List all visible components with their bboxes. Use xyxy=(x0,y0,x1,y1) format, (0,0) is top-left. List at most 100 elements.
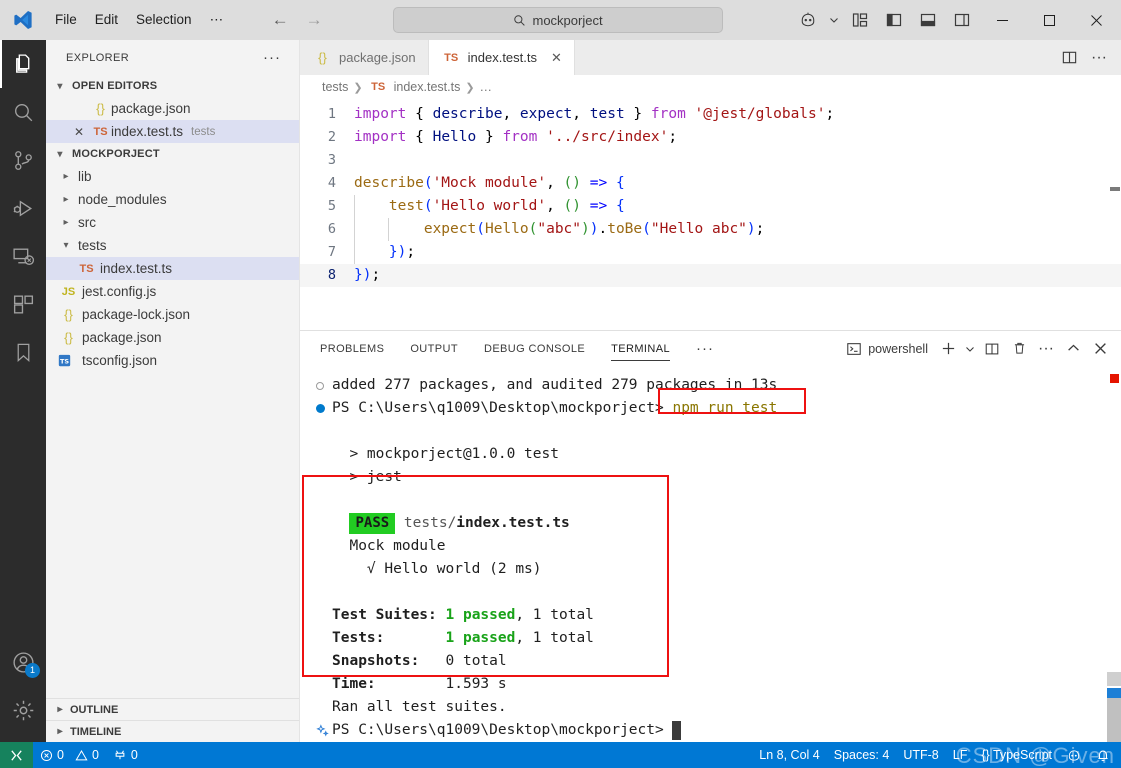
close-panel-icon[interactable] xyxy=(1087,335,1113,363)
toggle-secondary-sidebar-icon[interactable] xyxy=(946,4,978,36)
go-forward-icon[interactable]: → xyxy=(304,10,324,30)
chevron-down-icon[interactable] xyxy=(962,335,978,363)
status-ports[interactable]: 0 xyxy=(106,742,145,768)
tree-item-tests[interactable]: ▾ tests xyxy=(46,234,299,257)
chevron-right-icon: ❯ xyxy=(353,81,363,94)
breadcrumb-file[interactable]: index.test.ts xyxy=(394,80,461,94)
sidebar-item-remote-explorer[interactable] xyxy=(0,232,46,280)
sidebar-more-actions-icon[interactable]: ··· xyxy=(263,49,281,66)
code-token: () xyxy=(563,198,582,214)
menu-more[interactable]: ⋯ xyxy=(201,7,233,33)
split-editor-icon[interactable] xyxy=(1055,40,1083,75)
tree-item-package-lock-json[interactable]: {} package-lock.json xyxy=(46,303,299,326)
customize-layout-icon[interactable] xyxy=(844,4,876,36)
status-language-mode[interactable]: {} TypeScript xyxy=(974,742,1059,768)
more-actions-icon[interactable]: ··· xyxy=(1085,40,1113,75)
tree-item-label: index.test.ts xyxy=(100,261,173,276)
tree-item-node-modules[interactable]: ▸ node_modules xyxy=(46,188,299,211)
panel-tabs-more-icon[interactable]: ··· xyxy=(696,340,714,357)
status-cursor-position[interactable]: Ln 8, Col 4 xyxy=(752,742,826,768)
terminal-line: Snapshots: 0 total xyxy=(316,650,1121,673)
breadcrumb-symbol[interactable]: … xyxy=(480,80,493,94)
toggle-primary-sidebar-icon[interactable] xyxy=(878,4,910,36)
terminal-text: > mockporject@1.0.0 test xyxy=(332,446,559,462)
menu-selection[interactable]: Selection xyxy=(127,7,201,33)
command-center-search[interactable]: mockporject xyxy=(393,7,724,33)
terminal-output[interactable]: added 277 packages, and audited 279 pack… xyxy=(300,366,1121,742)
tab-output[interactable]: OUTPUT xyxy=(410,331,458,366)
terminal-text: tests/ xyxy=(395,515,457,531)
section-project-label: MOCKPORJECT xyxy=(72,148,160,160)
menu-file[interactable]: File xyxy=(46,7,86,33)
tab-debug-console[interactable]: DEBUG CONSOLE xyxy=(484,331,585,366)
sidebar-item-explorer[interactable] xyxy=(0,40,46,88)
close-icon[interactable]: ✕ xyxy=(68,125,90,139)
terminal-lines[interactable]: added 277 packages, and audited 279 pack… xyxy=(316,374,1121,742)
code-content[interactable]: 1 import { describe, expect, test } from … xyxy=(300,99,1121,287)
breadcrumb-folder[interactable]: tests xyxy=(322,80,348,94)
chevron-down-icon[interactable] xyxy=(826,4,842,36)
status-problems[interactable]: 0 0 xyxy=(33,742,106,768)
terminal-scrollbar-accent xyxy=(1107,688,1121,698)
tree-item-src[interactable]: ▸ src xyxy=(46,211,299,234)
account-icon[interactable]: 1 xyxy=(0,638,46,686)
section-open-editors[interactable]: ▾ OPEN EDITORS xyxy=(46,75,299,97)
terminal-scrollbar[interactable] xyxy=(1107,366,1121,742)
new-terminal-icon[interactable] xyxy=(935,335,961,363)
section-outline[interactable]: ▸ OUTLINE xyxy=(46,698,299,720)
panel-more-actions-icon[interactable]: ··· xyxy=(1033,335,1059,363)
open-editor-index-test-ts[interactable]: ✕ TS index.test.ts tests xyxy=(46,120,299,143)
sidebar-item-bookmarks[interactable] xyxy=(0,328,46,376)
menu-edit[interactable]: Edit xyxy=(86,7,127,33)
section-project[interactable]: ▾ MOCKPORJECT xyxy=(46,143,299,165)
close-icon[interactable]: ✕ xyxy=(551,50,562,66)
status-notifications-icon[interactable] xyxy=(1089,742,1117,768)
tree-item-label: lib xyxy=(78,169,92,184)
editor-scrollbar-thumb[interactable] xyxy=(1110,187,1120,191)
window-close-button[interactable] xyxy=(1074,0,1119,40)
window-minimize-button[interactable] xyxy=(980,0,1025,40)
section-timeline[interactable]: ▸ TIMELINE xyxy=(46,720,299,742)
window-maximize-button[interactable] xyxy=(1027,0,1072,40)
chevron-right-icon: ▸ xyxy=(63,194,69,205)
code-token: '../src/index' xyxy=(546,129,669,145)
tree-item-index-test-ts[interactable]: TS index.test.ts xyxy=(46,257,299,280)
tree-item-lib[interactable]: ▸ lib xyxy=(46,165,299,188)
tree-item-jest-config-js[interactable]: JS jest.config.js xyxy=(46,280,299,303)
toggle-panel-icon[interactable] xyxy=(912,4,944,36)
open-editor-package-json[interactable]: {} package.json xyxy=(46,97,299,120)
status-remote-window[interactable] xyxy=(0,742,33,768)
kill-terminal-icon[interactable] xyxy=(1006,335,1032,363)
status-copilot-icon[interactable] xyxy=(1059,742,1089,768)
tree-item-tsconfig-json[interactable]: TS tsconfig.json xyxy=(46,349,299,372)
tab-index-test-ts[interactable]: TS index.test.ts ✕ xyxy=(428,40,575,75)
copilot-icon[interactable] xyxy=(792,4,824,36)
sidebar-item-extensions[interactable] xyxy=(0,280,46,328)
tree-item-package-json[interactable]: {} package.json xyxy=(46,326,299,349)
tab-package-json[interactable]: {} package.json xyxy=(300,40,429,75)
status-eol[interactable]: LF xyxy=(946,742,975,768)
sidebar-item-search[interactable] xyxy=(0,88,46,136)
tab-terminal[interactable]: TERMINAL xyxy=(611,331,670,366)
terminal-scrollbar-track[interactable] xyxy=(1107,698,1121,742)
terminal-shell-label[interactable]: powershell xyxy=(868,342,928,356)
status-indentation[interactable]: Spaces: 4 xyxy=(827,742,897,768)
maximize-panel-icon[interactable] xyxy=(1060,335,1086,363)
terminal-icon xyxy=(841,335,867,363)
tab-problems[interactable]: PROBLEMS xyxy=(320,331,384,366)
title-bar: File Edit Selection ⋯ ← → mockporject xyxy=(0,0,1121,40)
gear-icon[interactable] xyxy=(0,686,46,734)
terminal-scrollbar-thumb[interactable] xyxy=(1107,672,1121,686)
sidebar-item-run-and-debug[interactable] xyxy=(0,184,46,232)
chevron-down-icon: ▾ xyxy=(63,240,69,251)
terminal-line: √ Hello world (2 ms) xyxy=(316,558,1121,581)
sidebar-item-source-control[interactable] xyxy=(0,136,46,184)
editor-scrollbar[interactable] xyxy=(1107,99,1121,330)
code-token: '@jest/globals' xyxy=(694,106,826,122)
status-encoding[interactable]: UTF-8 xyxy=(896,742,945,768)
code-editor[interactable]: 1 import { describe, expect, test } from … xyxy=(300,99,1121,330)
terminal-cursor[interactable] xyxy=(672,721,682,740)
go-back-icon[interactable]: ← xyxy=(270,10,290,30)
code-token: ) xyxy=(581,221,590,237)
split-terminal-icon[interactable] xyxy=(979,335,1005,363)
